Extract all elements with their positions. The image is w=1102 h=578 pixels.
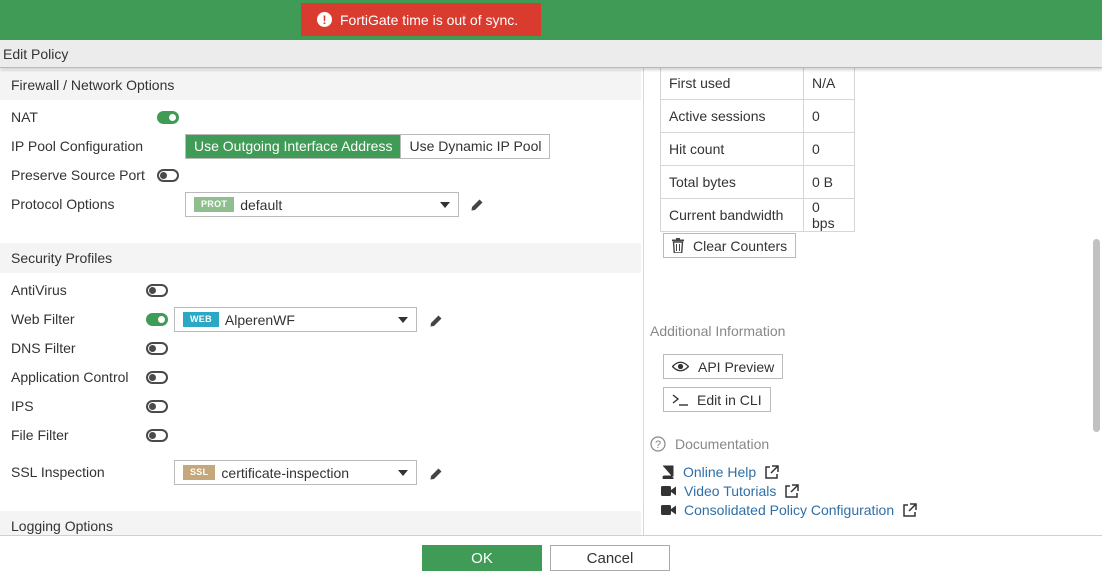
svg-text:?: ? xyxy=(655,439,661,451)
table-row: Total bytes 0 B xyxy=(660,165,855,199)
web-filter-value: AlperenWF xyxy=(224,311,295,328)
ok-button[interactable]: OK xyxy=(422,545,542,571)
ssl-inspection-value: certificate-inspection xyxy=(221,464,350,481)
antivirus-toggle[interactable] xyxy=(146,284,168,297)
stat-value: 0 bps xyxy=(803,198,855,232)
dialog-title: Edit Policy xyxy=(0,40,1102,68)
table-row: First used N/A xyxy=(660,68,855,100)
video-tutorials-label[interactable]: Video Tutorials xyxy=(684,483,776,499)
consolidated-policy-link[interactable]: Consolidated Policy Configuration xyxy=(661,502,917,518)
protocol-options-value: default xyxy=(240,196,283,213)
exclamation-circle-icon: ! xyxy=(317,12,332,27)
table-row: Current bandwidth 0 bps xyxy=(660,198,855,232)
trash-icon xyxy=(672,238,684,253)
documentation-label: Documentation xyxy=(675,436,770,452)
edit-pencil-icon[interactable] xyxy=(470,198,484,212)
firewall-section-header: Firewall / Network Options xyxy=(0,70,641,100)
api-preview-button[interactable]: API Preview xyxy=(663,354,784,379)
book-icon xyxy=(662,465,674,479)
dialog-footer: OK Cancel xyxy=(0,535,1102,578)
chevron-down-icon xyxy=(398,470,408,476)
stat-value: 0 B xyxy=(803,165,855,199)
edit-pencil-icon[interactable] xyxy=(429,314,443,328)
question-circle-icon: ? xyxy=(650,436,666,452)
protocol-options-label: Protocol Options xyxy=(11,196,115,212)
online-help-label[interactable]: Online Help xyxy=(683,464,756,480)
use-outgoing-interface-option[interactable]: Use Outgoing Interface Address xyxy=(186,135,401,158)
stat-label: Total bytes xyxy=(660,165,804,199)
clear-counters-label: Clear Counters xyxy=(693,237,788,254)
statistics-table: First used N/A Active sessions 0 Hit cou… xyxy=(660,68,855,232)
web-tag: WEB xyxy=(183,312,219,327)
video-icon xyxy=(661,505,676,515)
chevron-down-icon xyxy=(440,202,450,208)
application-control-toggle[interactable] xyxy=(146,371,168,384)
top-notification-bar: ! FortiGate time is out of sync. xyxy=(0,0,1102,40)
alert-message: FortiGate time is out of sync. xyxy=(340,11,519,28)
file-filter-toggle[interactable] xyxy=(146,429,168,442)
ip-pool-label: IP Pool Configuration xyxy=(11,138,144,154)
stat-value: 0 xyxy=(803,99,855,133)
file-filter-label: File Filter xyxy=(11,427,69,443)
terminal-icon xyxy=(672,394,688,406)
edit-pencil-icon[interactable] xyxy=(429,467,443,481)
edit-in-cli-button[interactable]: Edit in CLI xyxy=(663,387,771,412)
nat-toggle[interactable] xyxy=(157,111,179,124)
eye-icon xyxy=(672,361,689,372)
ips-label: IPS xyxy=(11,398,34,414)
external-link-icon xyxy=(785,483,800,498)
stat-label: Current bandwidth xyxy=(660,198,804,232)
edit-in-cli-label: Edit in CLI xyxy=(697,391,762,408)
policy-options-pane[interactable]: Firewall / Network Options NAT IP Pool C… xyxy=(0,68,641,535)
time-sync-alert[interactable]: ! FortiGate time is out of sync. xyxy=(301,3,541,36)
application-control-label: Application Control xyxy=(11,369,129,385)
video-icon xyxy=(661,486,676,496)
preserve-source-port-label: Preserve Source Port xyxy=(11,167,145,183)
stat-label: Active sessions xyxy=(660,99,804,133)
security-profiles-header: Security Profiles xyxy=(0,243,641,273)
ssl-inspection-select[interactable]: SSL certificate-inspection xyxy=(174,460,417,485)
ip-pool-selector[interactable]: Use Outgoing Interface Address Use Dynam… xyxy=(185,134,551,159)
stat-value: 0 xyxy=(803,132,855,166)
ips-toggle[interactable] xyxy=(146,400,168,413)
right-pane-scrollbar[interactable] xyxy=(1093,239,1100,432)
additional-information-header: Additional Information xyxy=(650,323,786,339)
clear-counters-button[interactable]: Clear Counters xyxy=(663,233,797,258)
web-filter-toggle[interactable] xyxy=(146,313,168,326)
stat-label: First used xyxy=(660,68,804,100)
web-filter-label: Web Filter xyxy=(11,311,75,327)
external-link-icon xyxy=(903,502,917,517)
dns-filter-label: DNS Filter xyxy=(11,340,76,356)
dns-filter-toggle[interactable] xyxy=(146,342,168,355)
protocol-options-select[interactable]: PROT default xyxy=(185,192,459,217)
antivirus-label: AntiVirus xyxy=(11,282,67,298)
logging-options-header: Logging Options xyxy=(0,511,641,535)
ssl-inspection-label: SSL Inspection xyxy=(11,464,105,480)
stat-value: N/A xyxy=(803,68,855,100)
external-link-icon xyxy=(765,464,779,479)
web-filter-select[interactable]: WEB AlperenWF xyxy=(174,307,417,332)
prot-tag: PROT xyxy=(194,197,235,212)
cancel-button[interactable]: Cancel xyxy=(550,545,670,571)
use-dynamic-ip-pool-option[interactable]: Use Dynamic IP Pool xyxy=(400,135,550,158)
online-help-link[interactable]: Online Help xyxy=(661,464,779,480)
documentation-header: ? Documentation xyxy=(650,436,769,452)
table-row: Active sessions 0 xyxy=(660,99,855,133)
preserve-source-port-toggle[interactable] xyxy=(157,169,179,182)
table-row: Hit count 0 xyxy=(660,132,855,166)
consolidated-policy-label[interactable]: Consolidated Policy Configuration xyxy=(684,502,894,518)
nat-label: NAT xyxy=(11,109,38,125)
stat-label: Hit count xyxy=(660,132,804,166)
ssl-tag: SSL xyxy=(183,465,216,480)
video-tutorials-link[interactable]: Video Tutorials xyxy=(661,483,800,499)
chevron-down-icon xyxy=(398,317,408,323)
api-preview-label: API Preview xyxy=(698,358,775,375)
policy-info-pane[interactable]: First used N/A Active sessions 0 Hit cou… xyxy=(643,68,1102,535)
